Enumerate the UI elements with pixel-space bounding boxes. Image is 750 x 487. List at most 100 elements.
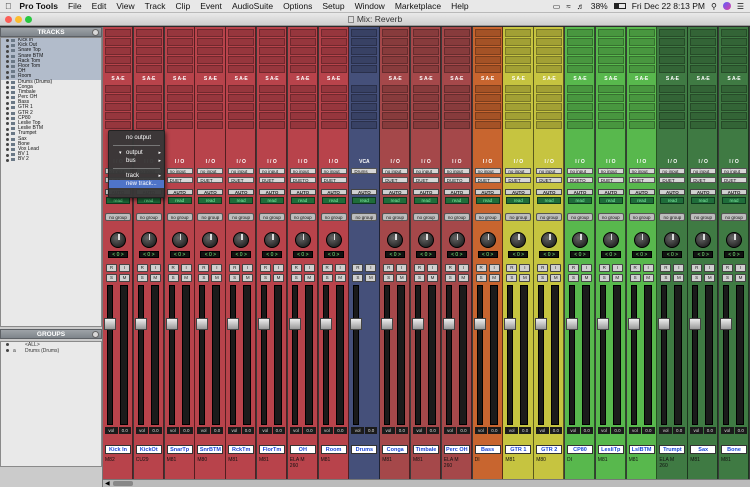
- automation-read-button[interactable]: read: [506, 197, 531, 204]
- insert-slot[interactable]: [351, 65, 378, 73]
- automation-read-button[interactable]: read: [290, 197, 315, 204]
- send-slot[interactable]: [721, 112, 747, 120]
- pan-value[interactable]: < 0 >: [323, 251, 344, 258]
- record-enable-button[interactable]: R: [414, 264, 425, 272]
- pan-value[interactable]: < 0 >: [262, 251, 282, 258]
- fader-cap[interactable]: [535, 318, 548, 330]
- send-slot[interactable]: [197, 121, 224, 129]
- input-selector[interactable]: no input: [474, 168, 501, 174]
- volume-value[interactable]: 0.0: [611, 427, 624, 434]
- insert-slot[interactable]: [474, 56, 501, 64]
- input-monitor-button[interactable]: I: [334, 264, 346, 272]
- send-slot[interactable]: [690, 112, 717, 120]
- insert-slot[interactable]: [197, 47, 224, 55]
- volume-value[interactable]: 0.0: [703, 427, 717, 434]
- apple-menu-icon[interactable]: : [0, 1, 16, 11]
- insert-slot[interactable]: [197, 56, 224, 64]
- insert-slot[interactable]: [166, 56, 193, 64]
- track-show-hide-icon[interactable]: [6, 54, 9, 58]
- input-monitor-button[interactable]: I: [735, 264, 746, 272]
- group-selector[interactable]: no group: [382, 213, 409, 221]
- insert-slots[interactable]: S A-E: [259, 29, 285, 139]
- insert-slot[interactable]: [135, 38, 162, 46]
- track-show-hide-icon[interactable]: [6, 132, 9, 136]
- send-slot[interactable]: [413, 103, 439, 111]
- track-show-hide-icon[interactable]: [6, 49, 9, 53]
- menu-help[interactable]: Help: [446, 1, 473, 11]
- send-slot[interactable]: [474, 112, 501, 120]
- volume-fader[interactable]: [535, 285, 548, 425]
- send-slot[interactable]: [351, 94, 378, 102]
- insert-slot[interactable]: [597, 47, 624, 55]
- volume-fader[interactable]: [627, 285, 640, 425]
- input-selector[interactable]: no input: [443, 168, 470, 174]
- send-slot[interactable]: [628, 85, 655, 93]
- input-monitor-button[interactable]: I: [673, 264, 685, 272]
- mute-button[interactable]: M: [611, 274, 623, 282]
- send-slot[interactable]: [105, 94, 131, 102]
- track-show-hide-icon[interactable]: [6, 75, 9, 79]
- insert-slot[interactable]: [382, 29, 409, 37]
- airplay-icon[interactable]: ▭: [553, 2, 561, 11]
- volume-value[interactable]: 0.0: [364, 427, 378, 434]
- track-name-button[interactable]: Trumpt: [659, 445, 686, 454]
- fader-cap[interactable]: [258, 318, 270, 330]
- insert-slot[interactable]: [474, 29, 501, 37]
- send-slot[interactable]: [351, 103, 378, 111]
- insert-slot[interactable]: [135, 65, 162, 73]
- volume-value[interactable]: 0.0: [457, 427, 470, 434]
- volume-fader[interactable]: [134, 285, 147, 425]
- insert-slots[interactable]: S A-E: [567, 29, 593, 139]
- send-slot[interactable]: [536, 103, 563, 111]
- send-slot[interactable]: [259, 103, 285, 111]
- send-slot[interactable]: [413, 94, 439, 102]
- insert-slot[interactable]: [320, 29, 347, 37]
- send-slot[interactable]: [197, 94, 224, 102]
- input-selector[interactable]: no input: [382, 168, 409, 174]
- menu-setup[interactable]: Setup: [317, 1, 349, 11]
- insert-slot[interactable]: [597, 65, 624, 73]
- input-monitor-button[interactable]: I: [427, 264, 438, 272]
- mute-button[interactable]: M: [242, 274, 254, 282]
- send-slot[interactable]: [628, 94, 655, 102]
- input-selector[interactable]: no input: [289, 168, 316, 174]
- track-name-button[interactable]: GTR 2: [536, 445, 563, 454]
- mute-button[interactable]: M: [427, 274, 438, 282]
- send-slot[interactable]: [721, 121, 747, 129]
- mute-button[interactable]: M: [119, 274, 130, 282]
- record-enable-button[interactable]: R: [106, 264, 117, 272]
- send-slot[interactable]: [567, 103, 593, 111]
- insert-slots[interactable]: S A-E: [597, 29, 624, 139]
- send-slot[interactable]: [166, 94, 193, 102]
- input-selector[interactable]: no input: [197, 168, 224, 174]
- volume-value[interactable]: 0.0: [272, 427, 285, 434]
- input-selector[interactable]: no input: [320, 168, 347, 174]
- send-slot[interactable]: [505, 103, 532, 111]
- close-window-icon[interactable]: [5, 16, 12, 23]
- send-slot[interactable]: [382, 121, 409, 129]
- insert-slots[interactable]: S A-E: [690, 29, 717, 139]
- insert-slot[interactable]: [443, 56, 470, 64]
- track-show-hide-icon[interactable]: [6, 65, 9, 69]
- solo-button[interactable]: S: [260, 274, 271, 282]
- send-slot[interactable]: [536, 121, 563, 129]
- fader-cap[interactable]: [442, 318, 455, 330]
- fader-cap[interactable]: [596, 318, 609, 330]
- track-comment[interactable]: M81: [167, 457, 193, 463]
- menu-track[interactable]: Track: [140, 1, 171, 11]
- pan-knob[interactable]: [202, 232, 219, 248]
- send-slot[interactable]: [597, 85, 624, 93]
- insert-slot[interactable]: [228, 29, 255, 37]
- pan-knob[interactable]: [110, 232, 126, 248]
- insert-slot[interactable]: [721, 65, 747, 73]
- mute-button[interactable]: M: [149, 274, 161, 282]
- input-monitor-button[interactable]: I: [457, 264, 469, 272]
- pan-value[interactable]: < 0 >: [108, 251, 128, 258]
- track-show-hide-icon[interactable]: [6, 148, 9, 152]
- volume-fader[interactable]: [104, 285, 116, 425]
- send-slot[interactable]: [536, 85, 563, 93]
- solo-button[interactable]: S: [414, 274, 425, 282]
- track-comment[interactable]: M81: [228, 457, 254, 463]
- track-show-hide-icon[interactable]: [6, 117, 9, 121]
- record-enable-button[interactable]: R: [229, 264, 241, 272]
